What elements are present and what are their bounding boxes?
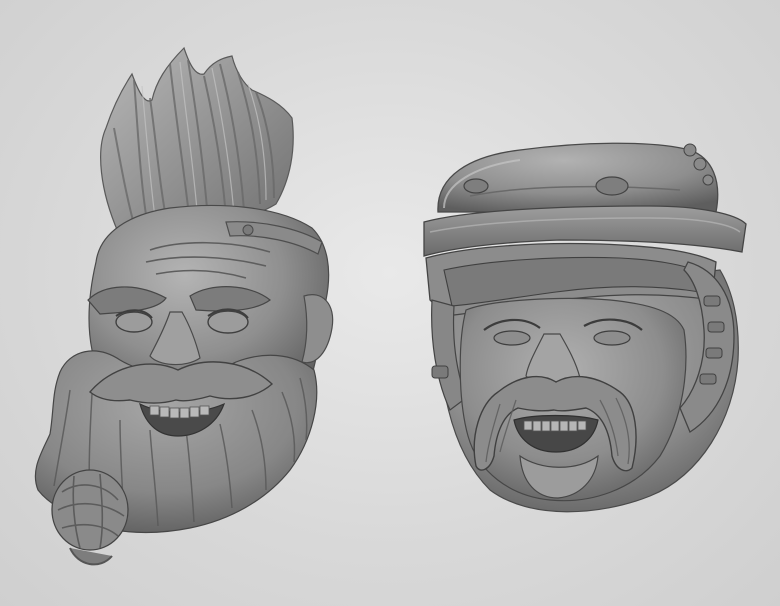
eye-right bbox=[207, 310, 249, 334]
render-viewport bbox=[0, 0, 780, 606]
right-head-sculpt bbox=[423, 142, 747, 513]
helmet-port-left bbox=[463, 178, 489, 194]
eye-right bbox=[593, 330, 631, 346]
teeth bbox=[523, 420, 587, 432]
helmet-port-center bbox=[595, 176, 629, 196]
beard-braid-knot bbox=[51, 469, 129, 566]
helmet-dome bbox=[437, 142, 719, 213]
eye-left bbox=[493, 330, 531, 346]
sculpt-render bbox=[34, 46, 747, 566]
eye-left bbox=[115, 311, 153, 333]
left-head-sculpt bbox=[34, 46, 334, 566]
ear-right bbox=[301, 294, 334, 364]
